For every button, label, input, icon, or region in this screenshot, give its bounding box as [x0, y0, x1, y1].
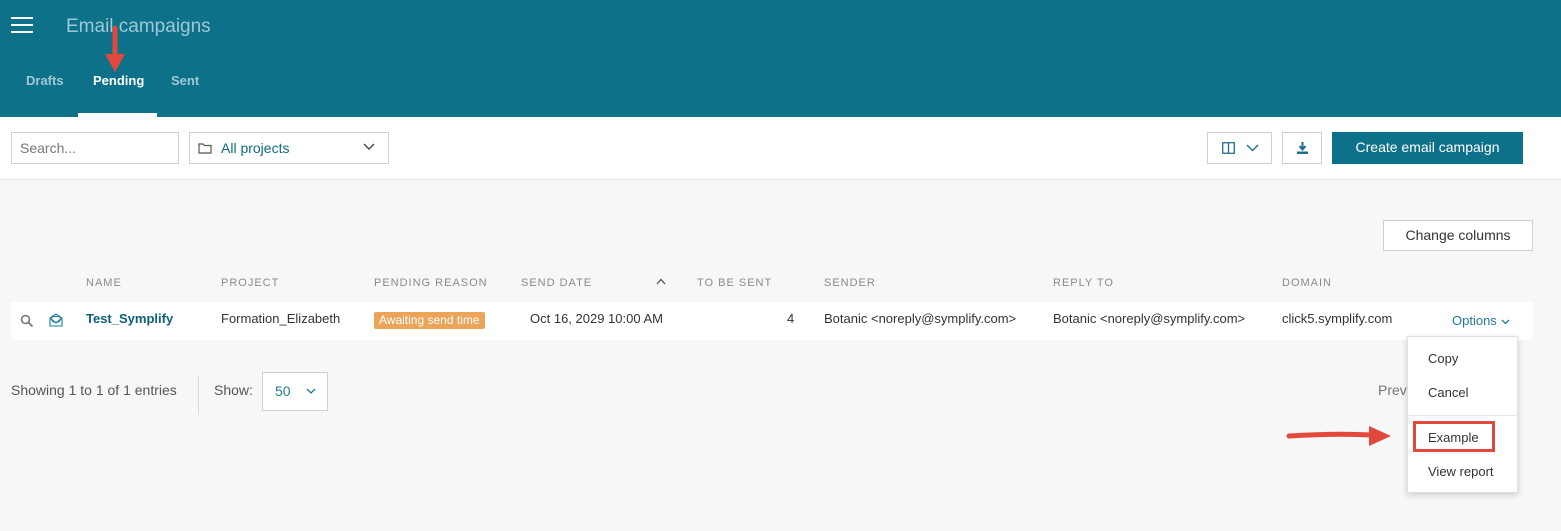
divider: [198, 375, 199, 415]
options-label: Options: [1452, 313, 1497, 328]
menu-item-copy[interactable]: Copy: [1428, 351, 1458, 366]
columns-icon: [1222, 142, 1235, 154]
tab-sent[interactable]: Sent: [171, 73, 199, 88]
previous-page-button[interactable]: Prev: [1378, 382, 1407, 398]
tab-drafts[interactable]: Drafts: [26, 73, 64, 88]
options-dropdown-button[interactable]: Options: [1452, 313, 1510, 328]
project-filter-dropdown[interactable]: All projects: [189, 132, 389, 164]
download-button[interactable]: [1282, 132, 1322, 164]
search-input[interactable]: [11, 132, 179, 164]
column-header-name[interactable]: Name: [86, 277, 122, 289]
column-header-domain[interactable]: Domain: [1282, 277, 1332, 289]
menu-icon[interactable]: [11, 16, 33, 34]
column-layout-button[interactable]: [1207, 132, 1272, 164]
column-header-to-be-sent[interactable]: To be sent: [697, 277, 772, 289]
status-badge: Awaiting send time: [374, 312, 485, 329]
cell-project: Formation_Elizabeth: [221, 311, 341, 326]
highlight-box: [1413, 421, 1495, 452]
toolbar: All projects Create email campaign: [0, 117, 1561, 180]
page-size-value: 50: [275, 383, 291, 399]
folder-icon: [198, 143, 212, 154]
chevron-down-icon: [363, 143, 375, 150]
sort-ascending-icon: [656, 278, 666, 285]
campaign-name-link[interactable]: Test_Symplify: [86, 311, 173, 326]
column-header-project[interactable]: Project: [221, 277, 279, 289]
menu-item-view-report[interactable]: View report: [1428, 464, 1494, 479]
menu-divider: [1408, 415, 1517, 416]
cell-to-be-sent: 4: [787, 311, 795, 326]
cell-domain: click5.symplify.com: [1282, 311, 1393, 326]
change-columns-button[interactable]: Change columns: [1383, 220, 1533, 251]
column-header-reply-to[interactable]: Reply to: [1053, 277, 1114, 289]
page-size-select[interactable]: 50: [262, 372, 328, 411]
cell-send-date: Oct 16, 2029 10:00 AM: [530, 311, 663, 326]
chevron-down-icon: [306, 388, 316, 394]
search-icon[interactable]: [20, 314, 34, 328]
annotation-arrow-right: [1286, 426, 1391, 446]
column-header-send-date[interactable]: Send date: [521, 277, 592, 289]
tab-pending[interactable]: Pending: [93, 73, 144, 88]
cell-sender: Botanic <noreply@symplify.com>: [824, 311, 1017, 326]
menu-item-cancel[interactable]: Cancel: [1428, 385, 1468, 400]
email-preview-icon[interactable]: [49, 313, 63, 327]
options-menu: Copy Cancel Example View report: [1407, 336, 1518, 493]
column-header-sender[interactable]: Sender: [824, 277, 876, 289]
chevron-down-icon: [1246, 144, 1259, 152]
app-header: Email campaigns Drafts Pending Sent: [0, 0, 1561, 117]
chevron-down-icon: [1501, 319, 1510, 325]
project-filter-value: All projects: [221, 140, 290, 156]
entries-summary: Showing 1 to 1 of 1 entries: [11, 382, 177, 398]
download-icon: [1297, 142, 1308, 154]
page-title: Email campaigns: [66, 16, 211, 37]
create-email-campaign-button[interactable]: Create email campaign: [1332, 132, 1523, 164]
show-label: Show:: [214, 382, 253, 398]
column-header-pending-reason[interactable]: Pending reason: [374, 277, 488, 289]
cell-reply-to: Botanic <noreply@symplify.com>: [1053, 311, 1246, 326]
